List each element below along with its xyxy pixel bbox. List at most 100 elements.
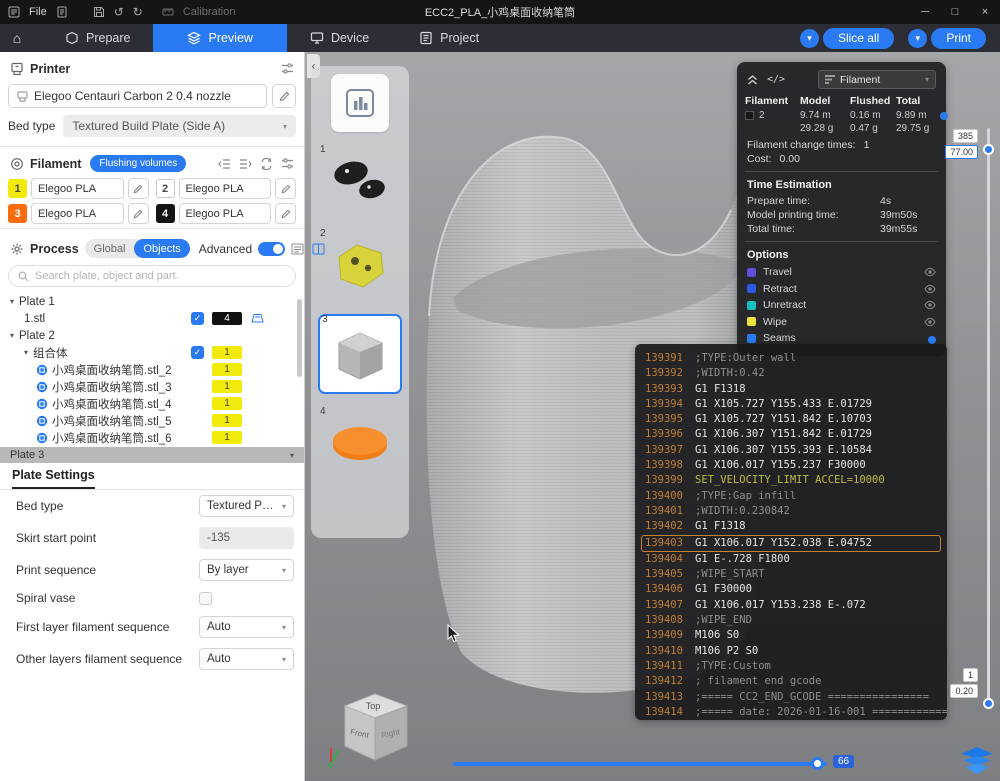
filament-slot-3[interactable]: 3 Elegoo PLA <box>8 203 149 224</box>
layer-slider-handle-top[interactable] <box>983 144 994 155</box>
plate-thumbnail-1[interactable]: 1 <box>318 146 402 216</box>
search-box[interactable] <box>8 265 296 287</box>
minimize-button[interactable]: ─ <box>910 0 940 24</box>
print-options-chevron-icon[interactable]: ▾ <box>908 29 927 48</box>
split-view-icon[interactable] <box>312 243 325 255</box>
other-layers-sequence-select[interactable]: Auto ▾ <box>199 648 294 670</box>
cube-face-top[interactable]: Top <box>366 701 381 711</box>
close-button[interactable]: × <box>970 0 1000 24</box>
slice-options-chevron-icon[interactable]: ▾ <box>800 29 819 48</box>
print-label[interactable]: Print <box>931 28 986 49</box>
gcode-line[interactable]: 139400;TYPE:Gap infill <box>645 489 937 504</box>
plate-bed-type-select[interactable]: Textured PEI... ▾ <box>199 495 294 517</box>
print-sequence-select[interactable]: By layer ▾ <box>199 559 294 581</box>
gcode-line[interactable]: 139406G1 F30000 <box>645 582 937 597</box>
gcode-line[interactable]: 139399SET_VELOCITY_LIMIT ACCEL=10000 <box>645 473 937 488</box>
filament-3-color-badge[interactable]: 3 <box>8 204 27 223</box>
plate-thumbnail-3[interactable]: 3 <box>318 314 402 394</box>
wipe-visibility-eye-icon[interactable] <box>924 317 936 327</box>
filament-count-badge[interactable]: 1 <box>212 363 242 376</box>
gcode-line[interactable]: 139394G1 X105.727 Y155.433 E.01729 <box>645 397 937 412</box>
spiral-vase-checkbox[interactable] <box>199 592 212 605</box>
tab-project[interactable]: Project <box>402 24 496 52</box>
gcode-line[interactable]: 139414;===== date: 2026-01-16-001 ======… <box>645 705 937 720</box>
orientation-cube[interactable]: Top Front Right <box>327 688 417 781</box>
tree-row-plate1[interactable]: ▾ Plate 1 <box>0 293 304 310</box>
gcode-line[interactable]: 139401;WIDTH:0.230842 <box>645 504 937 519</box>
gcode-viewer[interactable]: 139391;TYPE:Outer wall 139392;WIDTH:0.42… <box>635 344 947 720</box>
calibration-icon[interactable] <box>162 6 174 18</box>
viewport-3d[interactable]: ‹ 1 2 3 4 <box>305 52 1000 781</box>
legend-type-select[interactable]: Filament ▾ <box>818 70 936 89</box>
visibility-checkbox[interactable]: ✓ <box>191 312 204 325</box>
tree-row-part[interactable]: 小鸡桌面收纳笔筒.stl_6 1 <box>0 429 304 446</box>
scroll-down-icon[interactable]: ▾ <box>290 451 294 460</box>
layer-slider-track[interactable] <box>987 128 990 708</box>
maximize-button[interactable]: □ <box>940 0 970 24</box>
filament-slot-2[interactable]: 2 Elegoo PLA <box>156 178 297 199</box>
tree-row-part[interactable]: 小鸡桌面收纳笔筒.stl_3 1 <box>0 378 304 395</box>
gcode-view-icon[interactable]: </> <box>767 74 785 85</box>
redo-icon[interactable]: ↻ <box>133 5 143 19</box>
slice-all-button[interactable]: ▾ Slice all <box>800 28 894 49</box>
first-layer-sequence-select[interactable]: Auto ▾ <box>199 616 294 638</box>
printer-select[interactable]: Elegoo Centauri Carbon 2 0.4 nozzle <box>8 84 267 108</box>
collapse-list-icon[interactable] <box>218 158 231 170</box>
gcode-line[interactable]: 139404G1 E-.728 F1800 <box>645 552 937 567</box>
flushing-volumes-button[interactable]: Flushing volumes <box>90 155 186 172</box>
tab-device[interactable]: Device <box>293 24 386 52</box>
filament-3-select[interactable]: Elegoo PLA <box>31 203 124 224</box>
tree-row-part[interactable]: 小鸡桌面收纳笔筒.stl_5 1 <box>0 412 304 429</box>
gcode-line[interactable]: 139408;WIPE_END <box>645 613 937 628</box>
calibration-menu[interactable]: Calibration <box>183 6 236 18</box>
filament-1-select[interactable]: Elegoo PLA <box>31 178 124 199</box>
slice-all-label[interactable]: Slice all <box>823 28 894 49</box>
filament-count-badge[interactable]: 1 <box>212 397 242 410</box>
gcode-line[interactable]: 139411;TYPE:Custom <box>645 659 937 674</box>
notes-icon[interactable] <box>56 6 68 18</box>
tree-row-part[interactable]: 小鸡桌面收纳笔筒.stl_2 1 <box>0 361 304 378</box>
plate-filter-icon[interactable] <box>251 313 264 324</box>
filament-count-badge[interactable]: 1 <box>212 380 242 393</box>
filament-count-badge[interactable]: 1 <box>212 431 242 444</box>
seams-visible-indicator[interactable] <box>928 336 936 344</box>
filament-slot-1[interactable]: 1 Elegoo PLA <box>8 178 149 199</box>
plate-thumbnail-4[interactable]: 4 <box>318 408 402 478</box>
collapse-arrow-icon[interactable]: ▾ <box>24 348 28 357</box>
move-slider-track[interactable] <box>453 762 827 766</box>
edit-filament-1-button[interactable] <box>128 178 149 199</box>
gcode-line[interactable]: 139405;WIPE_START <box>645 567 937 582</box>
tree-row-plate2[interactable]: ▾ Plate 2 <box>0 327 304 344</box>
undo-icon[interactable]: ↺ <box>114 5 124 19</box>
gcode-line-current[interactable]: 139403G1 X106.017 Y152.038 E.04752 <box>641 535 941 552</box>
unretract-visibility-eye-icon[interactable] <box>924 300 936 310</box>
tab-preview[interactable]: Preview <box>153 24 286 52</box>
tree-row-1stl[interactable]: 1.stl ✓ 4 <box>0 310 304 327</box>
search-input[interactable] <box>35 270 286 282</box>
filament-2-color-badge[interactable]: 2 <box>156 179 175 198</box>
move-slider-handle[interactable] <box>811 757 824 770</box>
save-icon[interactable] <box>93 6 105 18</box>
expand-list-icon[interactable] <box>239 158 252 170</box>
edit-filament-3-button[interactable] <box>128 203 149 224</box>
filament-visible-indicator[interactable] <box>940 112 948 120</box>
filament-count-badge[interactable]: 1 <box>212 414 242 427</box>
filament-4-color-badge[interactable]: 4 <box>156 204 175 223</box>
bed-type-select[interactable]: Textured Build Plate (Side A) ▾ <box>63 115 296 137</box>
plate-thumbnail-2[interactable]: 2 <box>318 230 402 300</box>
filament-4-select[interactable]: Elegoo PLA <box>179 203 272 224</box>
edit-printer-button[interactable] <box>272 84 296 108</box>
advanced-toggle[interactable] <box>258 242 285 256</box>
gcode-line[interactable]: 139395G1 X105.727 Y151.842 E.10703 <box>645 412 937 427</box>
filament-settings-icon[interactable] <box>281 157 294 170</box>
tree-row-plate3[interactable]: Plate 3 ▾ <box>0 447 304 463</box>
gcode-line[interactable]: 139413;===== CC2_END_GCODE =============… <box>645 690 937 705</box>
gcode-line[interactable]: 139402G1 F1318 <box>645 519 937 534</box>
tab-prepare[interactable]: Prepare <box>48 24 147 52</box>
tree-scrollbar[interactable] <box>297 299 302 377</box>
gcode-line[interactable]: 139407G1 X106.017 Y153.238 E-.072 <box>645 598 937 613</box>
collapse-arrow-icon[interactable]: ▾ <box>10 297 14 306</box>
retract-visibility-eye-icon[interactable] <box>924 284 936 294</box>
travel-visibility-eye-icon[interactable] <box>924 267 936 277</box>
filament-slot-4[interactable]: 4 Elegoo PLA <box>156 203 297 224</box>
